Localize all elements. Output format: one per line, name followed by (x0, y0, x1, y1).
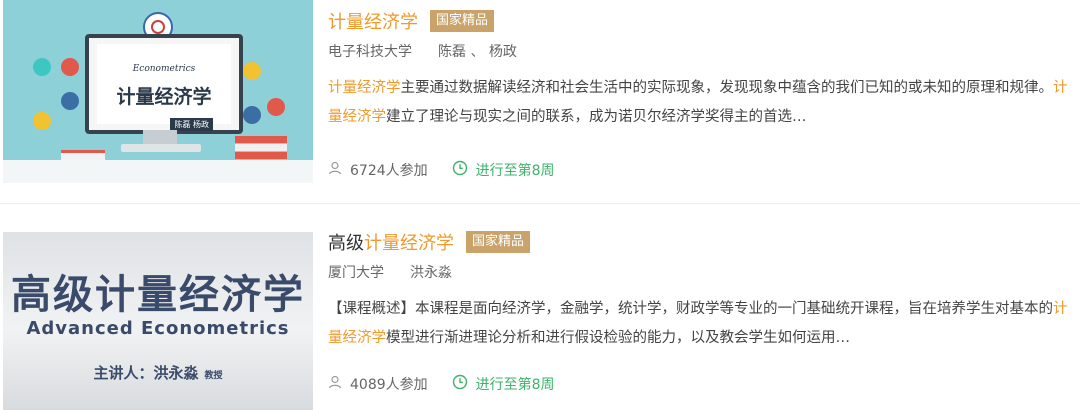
course-title[interactable]: 计量经济学 (328, 8, 418, 34)
thumbnail-english-title: Econometrics (132, 64, 196, 74)
globe-bubble-icon (61, 92, 79, 110)
monitor-stand (143, 130, 177, 144)
course-title-row: 计量经济学 国家精品 (328, 6, 1070, 36)
thumbnail-speaker: 主讲人：洪永淼 教授 (3, 362, 313, 383)
course-card[interactable]: 高级计量经济学 Advanced Econometrics 主讲人：洪永淼 教授 … (0, 206, 1080, 410)
course-thumbnail[interactable]: Econometrics 计量经济学 陈磊 杨政 (3, 0, 313, 183)
course-title[interactable]: 高级计量经济学 (328, 229, 454, 255)
user-icon (328, 375, 342, 393)
desc-segment: 主要通过数据解读经济和社会生活中的实际现象，发现现象中蕴含的我们已知的或未知的原… (400, 80, 1054, 96)
course-description: 计量经济学主要通过数据解读经济和社会生活中的实际现象，发现现象中蕴含的我们已知的… (328, 74, 1068, 132)
desc-segment: 模型进行渐进理论分析和进行假设检验的能力，以及教会学生如何运用… (386, 330, 850, 346)
teacher-names[interactable]: 洪永淼 (410, 265, 452, 281)
course-card[interactable]: Econometrics 计量经济学 陈磊 杨政 计量经济学 国家精品 电子科技… (0, 0, 1080, 200)
clock-icon (452, 160, 468, 180)
course-stats: 4089人参加 进行至第8周 (328, 374, 555, 394)
course-description: 【课程概述】本课程是面向经济学，金融学，统计学，财政学等专业的一门基础统开课程，… (328, 295, 1068, 353)
course-info: 计量经济学 国家精品 电子科技大学 陈磊 、 杨政 计量经济学主要通过数据解读经济… (328, 0, 1070, 132)
thumbnail-english-title: Advanced Econometrics (26, 318, 290, 339)
thumbnail-chinese-title: 高级计量经济学 (11, 272, 305, 318)
national-quality-badge: 国家精品 (466, 231, 531, 253)
participants-count: 6724人参加 (350, 163, 428, 179)
course-title-row: 高级计量经济学 国家精品 (328, 227, 1070, 257)
progress-stat: 进行至第8周 (452, 160, 555, 180)
school-name[interactable]: 厦门大学 (328, 265, 384, 281)
thumbnail-speaker-name: 主讲人：洪永淼 (93, 364, 199, 382)
monitor-illustration: Econometrics 计量经济学 陈磊 杨政 (85, 34, 243, 134)
participants-stat: 4089人参加 (328, 374, 428, 394)
desk-illustration (3, 160, 313, 183)
national-quality-badge: 国家精品 (430, 10, 495, 32)
thumbnail-chinese-title: 计量经济学 (116, 86, 212, 108)
participants-stat: 6724人参加 (328, 160, 428, 180)
dollar-bubble-icon (267, 98, 285, 116)
course-title-highlight: 计量经济学 (364, 233, 454, 254)
course-title-text: 高级 (328, 233, 364, 254)
progress-stat: 进行至第8周 (452, 374, 555, 394)
desc-segment: 建立了理论与现实之间的联系，成为诺贝尔经济学奖得主的首选… (386, 109, 807, 125)
phone-bubble-icon (33, 112, 51, 130)
app-bubble-icon (61, 58, 79, 76)
course-thumbnail[interactable]: 高级计量经济学 Advanced Econometrics 主讲人：洪永淼 教授 (3, 232, 313, 410)
participants-count: 4089人参加 (350, 377, 428, 393)
progress-text: 进行至第8周 (475, 377, 555, 393)
teacher-names[interactable]: 陈磊 、 杨政 (438, 44, 517, 60)
user-icon (328, 161, 342, 179)
thumbnail-speaker-rank: 教授 (204, 371, 223, 381)
desc-segment: 【课程概述】本课程是面向经济学，金融学，统计学，财政学等专业的一门基础统开课程，… (328, 301, 1053, 317)
card-divider (0, 203, 1080, 204)
app-bubble-icon (33, 58, 51, 76)
course-title-highlight: 计量经济学 (328, 12, 418, 33)
money-bag-bubble-icon (243, 62, 261, 80)
course-info: 高级计量经济学 国家精品 厦门大学 洪永淼 【课程概述】本课程是面向经济学，金融学… (328, 206, 1070, 353)
course-meta: 厦门大学 洪永淼 (328, 263, 1070, 283)
course-stats: 6724人参加 进行至第8周 (328, 160, 555, 180)
progress-text: 进行至第8周 (475, 163, 555, 179)
course-meta: 电子科技大学 陈磊 、 杨政 (328, 42, 1070, 62)
monitor-base (121, 144, 201, 152)
desc-segment: 计量经济学 (328, 80, 401, 96)
books-stack-illustration (235, 136, 287, 143)
coins-bubble-icon (243, 106, 261, 124)
clock-icon (452, 374, 468, 394)
school-name[interactable]: 电子科技大学 (328, 44, 412, 60)
